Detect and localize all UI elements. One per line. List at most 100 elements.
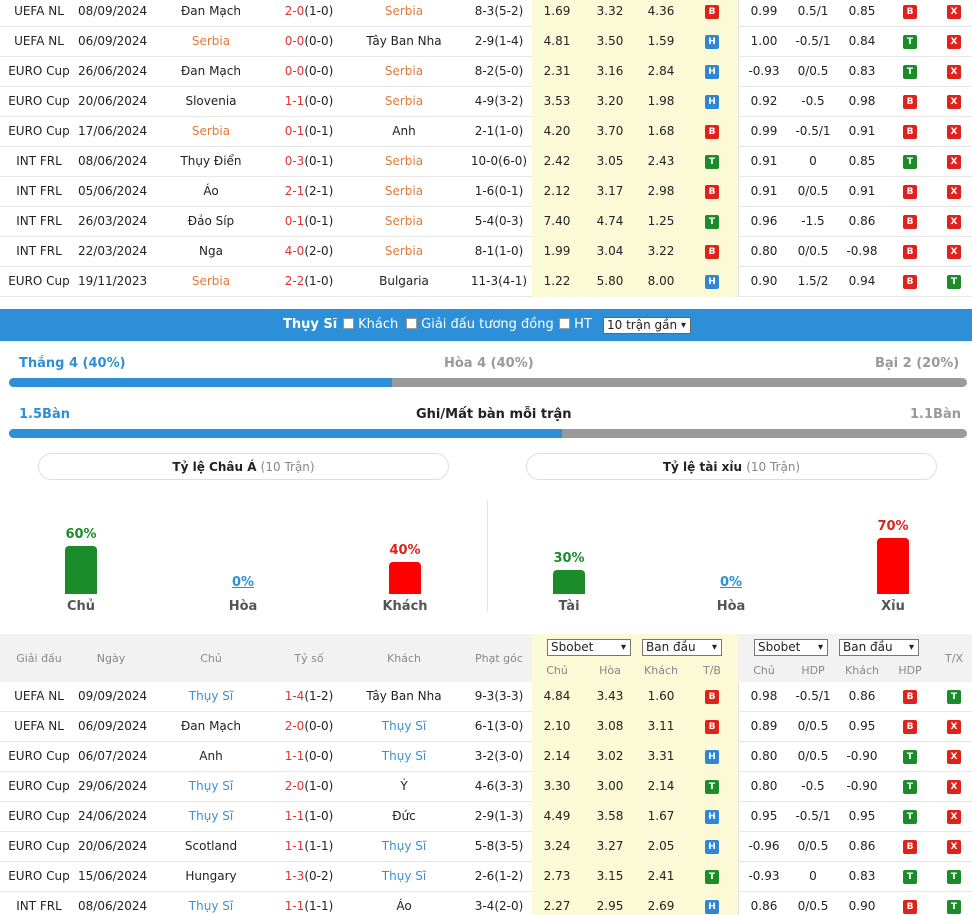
league-cell[interactable]: INT FRL	[0, 237, 78, 267]
score-cell[interactable]: 2-2(1-0)	[270, 267, 348, 297]
league-cell[interactable]: INT FRL	[0, 892, 78, 915]
away-team-cell[interactable]: Serbia	[342, 207, 466, 237]
home-team-cell[interactable]: Serbia	[150, 27, 272, 57]
away-team-cell[interactable]: Serbia	[342, 57, 466, 87]
odds-type-select-2[interactable]: Ban đầu ▾	[839, 639, 919, 656]
over-under-tab[interactable]: Tỷ lệ tài xỉu (10 Trận)	[526, 453, 937, 480]
away-team-cell[interactable]: Thụy Sĩ	[342, 712, 466, 742]
league-cell[interactable]: UEFA NL	[0, 712, 78, 742]
league-cell[interactable]: EURO Cup	[0, 802, 78, 832]
league-cell[interactable]: UEFA NL	[0, 0, 78, 27]
bookmaker-select-1[interactable]: Sbobet ▾	[547, 639, 631, 656]
table-row[interactable]: EURO Cup 24/06/2024 Thụy Sĩ 1-1(1-0) Đức 2-9(…	[0, 802, 972, 832]
league-cell[interactable]: EURO Cup	[0, 87, 78, 117]
checkbox-icon[interactable]	[559, 318, 570, 329]
score-cell[interactable]: 0-3(0-1)	[270, 147, 348, 177]
league-cell[interactable]: EURO Cup	[0, 57, 78, 87]
score-cell[interactable]: 2-0(1-0)	[270, 772, 348, 802]
score-cell[interactable]: 1-1(0-0)	[270, 87, 348, 117]
league-cell[interactable]: EURO Cup	[0, 117, 78, 147]
away-team-cell[interactable]: Serbia	[342, 0, 466, 27]
away-team-cell[interactable]: Ý	[342, 772, 466, 802]
table-row[interactable]: INT FRL 05/06/2024 Áo 2-1(2-1) Serbia 1-6(0-1…	[0, 177, 972, 207]
table-row[interactable]: EURO Cup 06/07/2024 Anh 1-1(0-0) Thụy Sĩ 3-2(…	[0, 742, 972, 772]
home-team-cell[interactable]: Đan Mạch	[150, 712, 272, 742]
score-cell[interactable]: 0-0(0-0)	[270, 57, 348, 87]
home-team-cell[interactable]: Scotland	[150, 832, 272, 862]
table-row[interactable]: EURO Cup 20/06/2024 Slovenia 1-1(0-0) Serbia…	[0, 87, 972, 117]
league-cell[interactable]: INT FRL	[0, 207, 78, 237]
league-cell[interactable]: EURO Cup	[0, 772, 78, 802]
home-team-cell[interactable]: Thụy Sĩ	[150, 772, 272, 802]
table-row[interactable]: EURO Cup 26/06/2024 Đan Mạch 0-0(0-0) Serbia…	[0, 57, 972, 87]
table-row[interactable]: INT FRL 26/03/2024 Đảo Síp 0-1(0-1) Serbia 5-…	[0, 207, 972, 237]
league-cell[interactable]: INT FRL	[0, 177, 78, 207]
table-row[interactable]: EURO Cup 19/11/2023 Serbia 2-2(1-0) Bulgaria…	[0, 267, 972, 297]
score-cell[interactable]: 1-1(1-1)	[270, 892, 348, 915]
home-team-cell[interactable]: Thụy Sĩ	[150, 802, 272, 832]
score-cell[interactable]: 1-1(1-1)	[270, 832, 348, 862]
away-team-cell[interactable]: Bulgaria	[342, 267, 466, 297]
home-team-cell[interactable]: Thụy Sĩ	[150, 682, 272, 712]
home-team-cell[interactable]: Đan Mạch	[150, 0, 272, 27]
away-team-cell[interactable]: Tây Ban Nha	[342, 682, 466, 712]
table-row[interactable]: EURO Cup 15/06/2024 Hungary 1-3(0-2) Thụy Sĩ…	[0, 862, 972, 892]
filter-same-league-option[interactable]: Giải đấu tương đồng	[406, 309, 554, 341]
filter-ht-option[interactable]: HT	[559, 309, 592, 341]
away-team-cell[interactable]: Serbia	[342, 237, 466, 267]
league-cell[interactable]: INT FRL	[0, 147, 78, 177]
home-team-cell[interactable]: Nga	[150, 237, 272, 267]
league-cell[interactable]: EURO Cup	[0, 862, 78, 892]
home-team-cell[interactable]: Anh	[150, 742, 272, 772]
away-team-cell[interactable]: Đức	[342, 802, 466, 832]
table-row[interactable]: EURO Cup 29/06/2024 Thụy Sĩ 2-0(1-0) Ý 4-6(3-…	[0, 772, 972, 802]
score-cell[interactable]: 1-3(0-2)	[270, 862, 348, 892]
home-team-cell[interactable]: Áo	[150, 177, 272, 207]
away-team-cell[interactable]: Áo	[342, 892, 466, 915]
league-cell[interactable]: UEFA NL	[0, 682, 78, 712]
league-cell[interactable]: EURO Cup	[0, 267, 78, 297]
match-count-select[interactable]: 10 trận gần ▾	[603, 317, 691, 334]
filter-away-option[interactable]: Khách	[343, 309, 398, 341]
score-cell[interactable]: 4-0(2-0)	[270, 237, 348, 267]
away-team-cell[interactable]: Thụy Sĩ	[342, 742, 466, 772]
away-team-cell[interactable]: Serbia	[342, 87, 466, 117]
home-team-cell[interactable]: Đan Mạch	[150, 57, 272, 87]
table-row[interactable]: UEFA NL 06/09/2024 Đan Mạch 2-0(0-0) Thụy Sĩ…	[0, 712, 972, 742]
home-team-cell[interactable]: Đảo Síp	[150, 207, 272, 237]
away-team-cell[interactable]: Thụy Sĩ	[342, 832, 466, 862]
away-team-cell[interactable]: Serbia	[342, 147, 466, 177]
score-cell[interactable]: 2-1(2-1)	[270, 177, 348, 207]
table-row[interactable]: EURO Cup 17/06/2024 Serbia 0-1(0-1) Anh 2-1(1…	[0, 117, 972, 147]
table-row[interactable]: UEFA NL 06/09/2024 Serbia 0-0(0-0) Tây Ban N…	[0, 27, 972, 57]
table-row[interactable]: UEFA NL 08/09/2024 Đan Mạch 2-0(1-0) Serbia 8…	[0, 0, 972, 27]
table-row[interactable]: INT FRL 22/03/2024 Nga 4-0(2-0) Serbia 8-1(1-…	[0, 237, 972, 267]
home-team-cell[interactable]: Serbia	[150, 267, 272, 297]
home-team-cell[interactable]: Slovenia	[150, 87, 272, 117]
score-cell[interactable]: 2-0(0-0)	[270, 712, 348, 742]
table-row[interactable]: EURO Cup 20/06/2024 Scotland 1-1(1-1) Thụy S…	[0, 832, 972, 862]
home-team-cell[interactable]: Serbia	[150, 117, 272, 147]
away-team-cell[interactable]: Anh	[342, 117, 466, 147]
home-team-cell[interactable]: Thụy Điển	[150, 147, 272, 177]
home-team-cell[interactable]: Thụy Sĩ	[150, 892, 272, 915]
score-cell[interactable]: 0-1(0-1)	[270, 117, 348, 147]
table-row[interactable]: INT FRL 08/06/2024 Thụy Sĩ 1-1(1-1) Áo 3-4(2-…	[0, 892, 972, 915]
asian-handicap-tab[interactable]: Tỷ lệ Châu Á (10 Trận)	[38, 453, 449, 480]
bookmaker-select-2[interactable]: Sbobet ▾	[754, 639, 828, 656]
table-row[interactable]: INT FRL 08/06/2024 Thụy Điển 0-3(0-1) Serbia…	[0, 147, 972, 177]
checkbox-icon[interactable]	[343, 318, 354, 329]
checkbox-icon[interactable]	[406, 318, 417, 329]
home-team-cell[interactable]: Hungary	[150, 862, 272, 892]
league-cell[interactable]: EURO Cup	[0, 832, 78, 862]
league-cell[interactable]: EURO Cup	[0, 742, 78, 772]
score-cell[interactable]: 1-4(1-2)	[270, 682, 348, 712]
odds-type-select-1[interactable]: Ban đầu ▾	[642, 639, 722, 656]
away-team-cell[interactable]: Tây Ban Nha	[342, 27, 466, 57]
table-row[interactable]: UEFA NL 09/09/2024 Thụy Sĩ 1-4(1-2) Tây Ban …	[0, 682, 972, 712]
score-cell[interactable]: 1-1(0-0)	[270, 742, 348, 772]
away-team-cell[interactable]: Serbia	[342, 177, 466, 207]
league-cell[interactable]: UEFA NL	[0, 27, 78, 57]
score-cell[interactable]: 2-0(1-0)	[270, 0, 348, 27]
score-cell[interactable]: 0-0(0-0)	[270, 27, 348, 57]
